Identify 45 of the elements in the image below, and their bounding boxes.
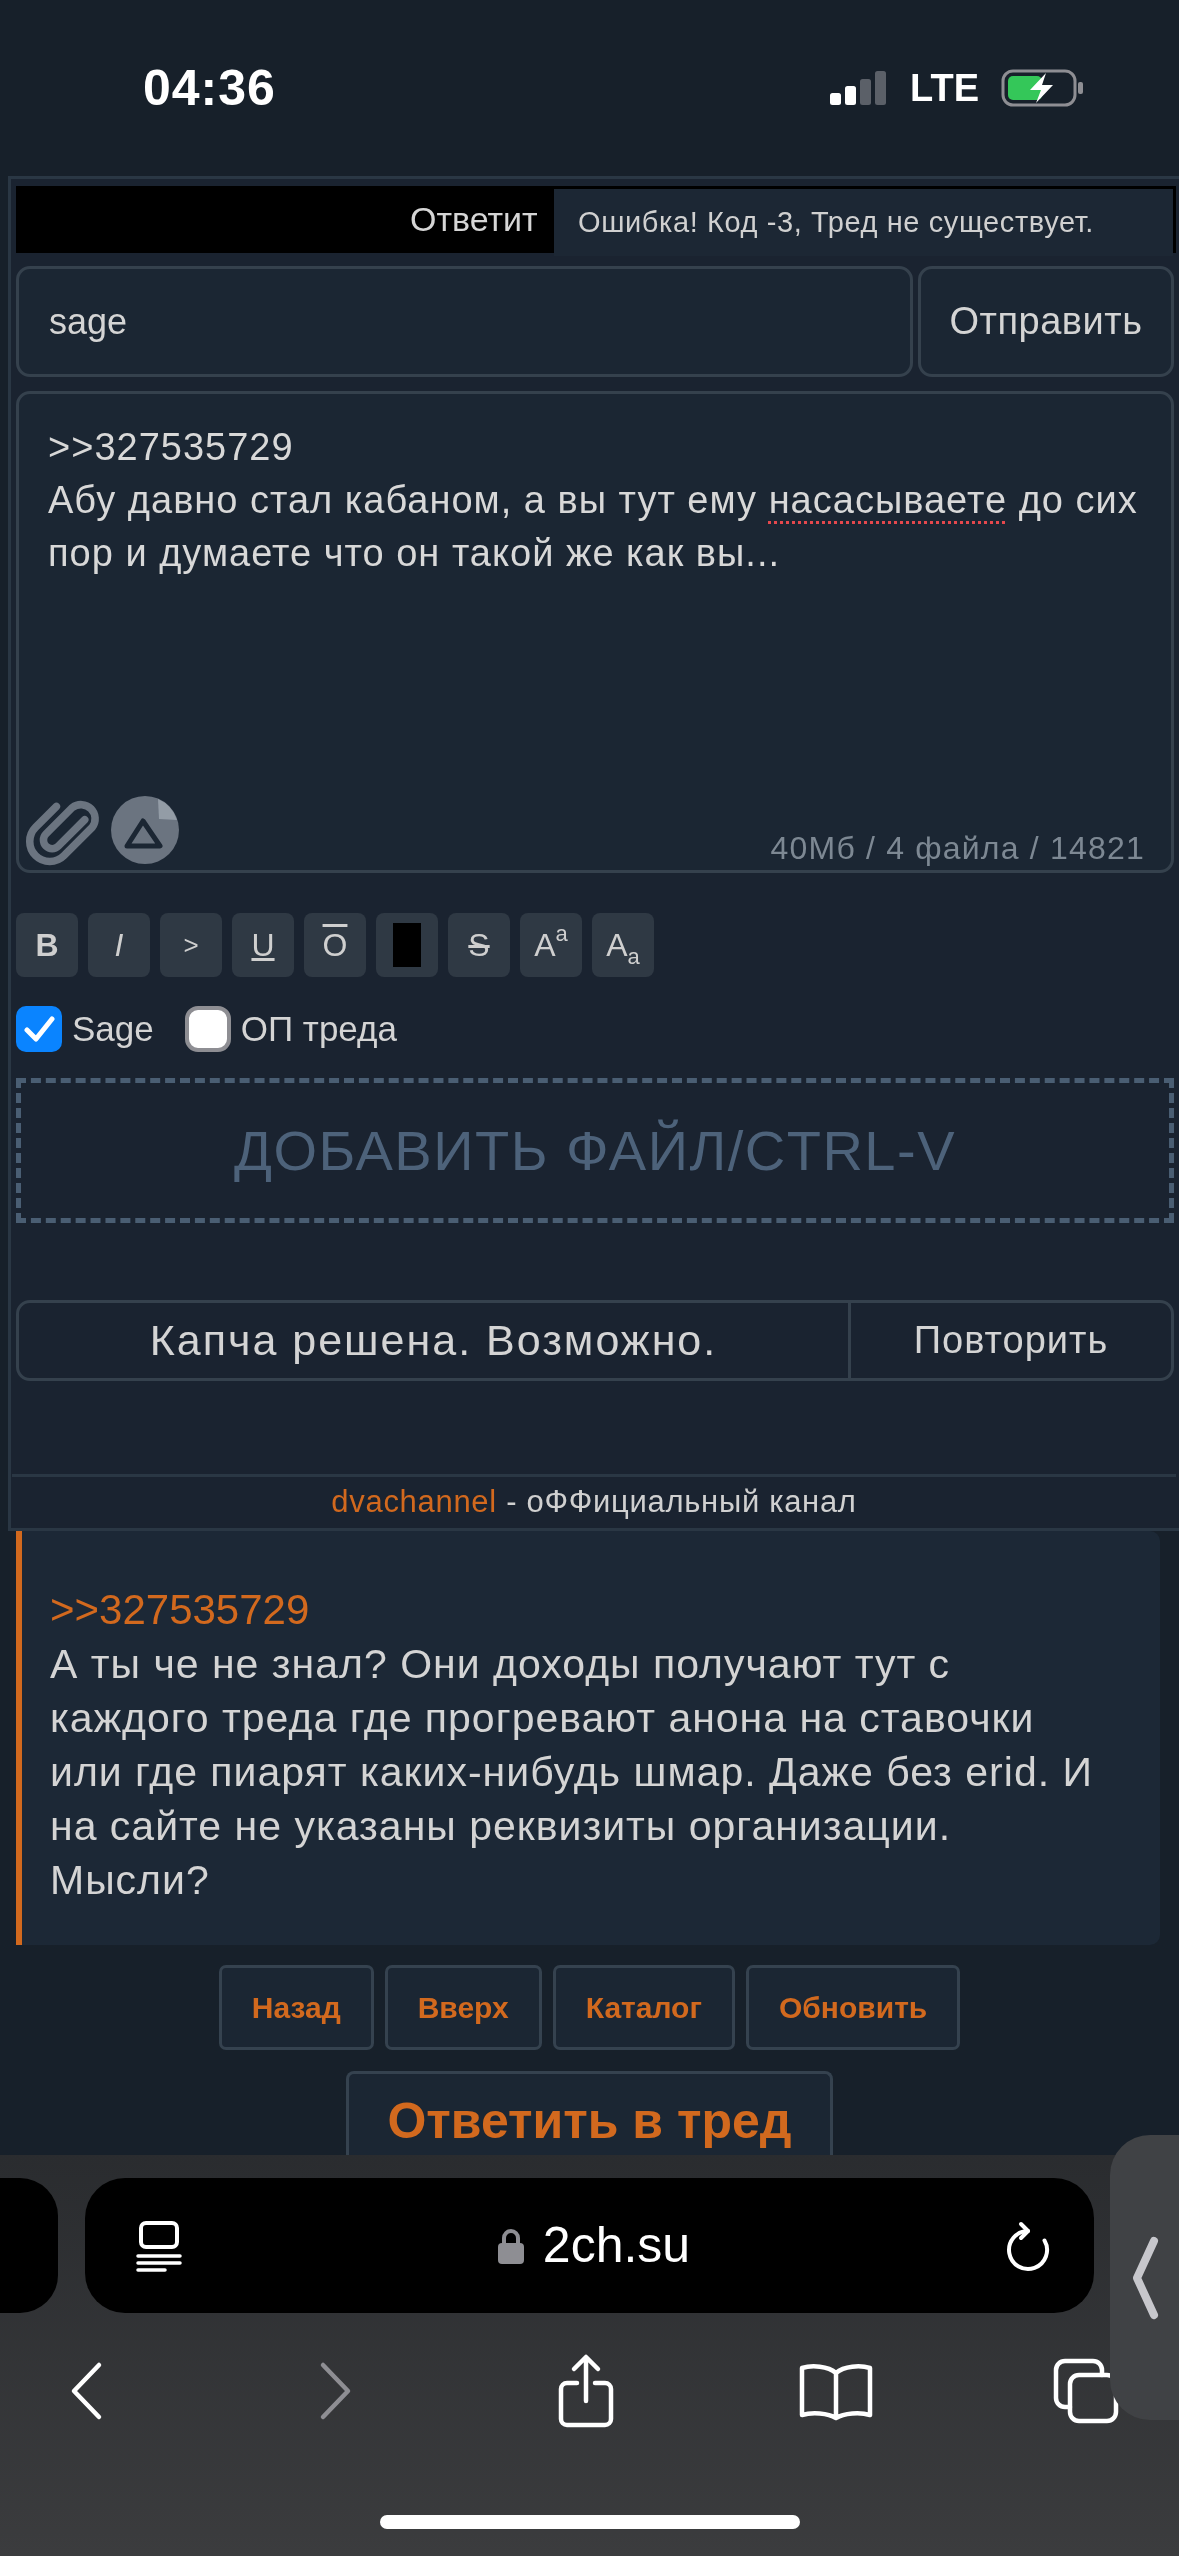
options-field[interactable]: sage	[16, 266, 913, 377]
strikethrough-button[interactable]: S	[448, 913, 510, 977]
chevron-icon	[1130, 2235, 1159, 2320]
nav-button[interactable]: Обновить	[745, 1965, 961, 2050]
nav-button[interactable]: Назад	[218, 1965, 374, 2050]
sticker-icon[interactable]	[109, 794, 181, 866]
superscript-button[interactable]: A$^{a}$	[520, 913, 582, 977]
battery-icon	[1001, 69, 1085, 107]
reload-icon[interactable]	[1004, 2219, 1052, 2272]
paperclip-icon[interactable]	[25, 798, 101, 866]
underline-button[interactable]: U	[232, 913, 294, 977]
tabs-icon[interactable]	[1052, 2357, 1120, 2425]
book-icon[interactable]	[798, 2361, 874, 2421]
url-text: 2ch.su	[542, 2216, 691, 2275]
overline-button[interactable]: O	[304, 913, 366, 977]
counter-text: 40Мб / 4 файла / 14821	[770, 830, 1146, 866]
side-handle[interactable]	[1110, 2135, 1179, 2420]
message-field[interactable]: >>327535729 Абу давно стал кабаном, а вы тут ему насасываете до сих пор и думаете что он такой же как вы... 40Мб / 4 файла / 14821	[16, 391, 1174, 873]
italic-button[interactable]: I	[88, 913, 150, 977]
send-button[interactable]: Отправить	[918, 266, 1174, 377]
bold-button[interactable]: B	[16, 913, 78, 977]
nav-button[interactable]: Вверх	[384, 1965, 542, 2050]
signal-icon	[830, 71, 889, 105]
checkbox[interactable]	[184, 1006, 231, 1052]
clock-text: 04:36	[143, 58, 276, 118]
quote-button[interactable]: >	[160, 913, 222, 977]
retry-button[interactable]: Повторить	[848, 1303, 1171, 1378]
address-bar[interactable]: 2ch.su	[85, 2178, 1094, 2313]
network-label: LTE	[910, 65, 979, 111]
block-icon	[393, 923, 421, 967]
post-text: А ты че не знал? Они доходы получают тут с каждого треда где прогревают анона на ставочки или где пиарят каких-нибудь шмар. Даже без erid. И на сайте не указаны реквизиты организации. Мысли?	[50, 1640, 1094, 1905]
footer-text: dvachannel - оФФициальный канал	[331, 1483, 857, 1522]
lock-icon	[496, 2226, 525, 2265]
captcha-status: Капча решена. Возможно.	[148, 1315, 719, 1367]
checkbox-label[interactable]: Sage	[72, 1002, 154, 1056]
reply-link[interactable]: >>327535729	[50, 1583, 1114, 1637]
form-title: Ответит	[410, 199, 538, 240]
error-tooltip: Ошибка! Код -3, Тред не существует.	[554, 189, 1173, 256]
reply-button[interactable]: Ответить в тред	[346, 2071, 833, 2155]
nav-button[interactable]: Каталог	[552, 1965, 735, 2050]
checkbox-label[interactable]: ОП треда	[240, 1002, 397, 1056]
checkbox[interactable]	[16, 1006, 62, 1052]
subscript-button[interactable]: A$_{a}$	[592, 913, 654, 977]
page-menu-icon[interactable]	[135, 2219, 183, 2272]
channel-link[interactable]: dvachannel	[331, 1484, 497, 1520]
